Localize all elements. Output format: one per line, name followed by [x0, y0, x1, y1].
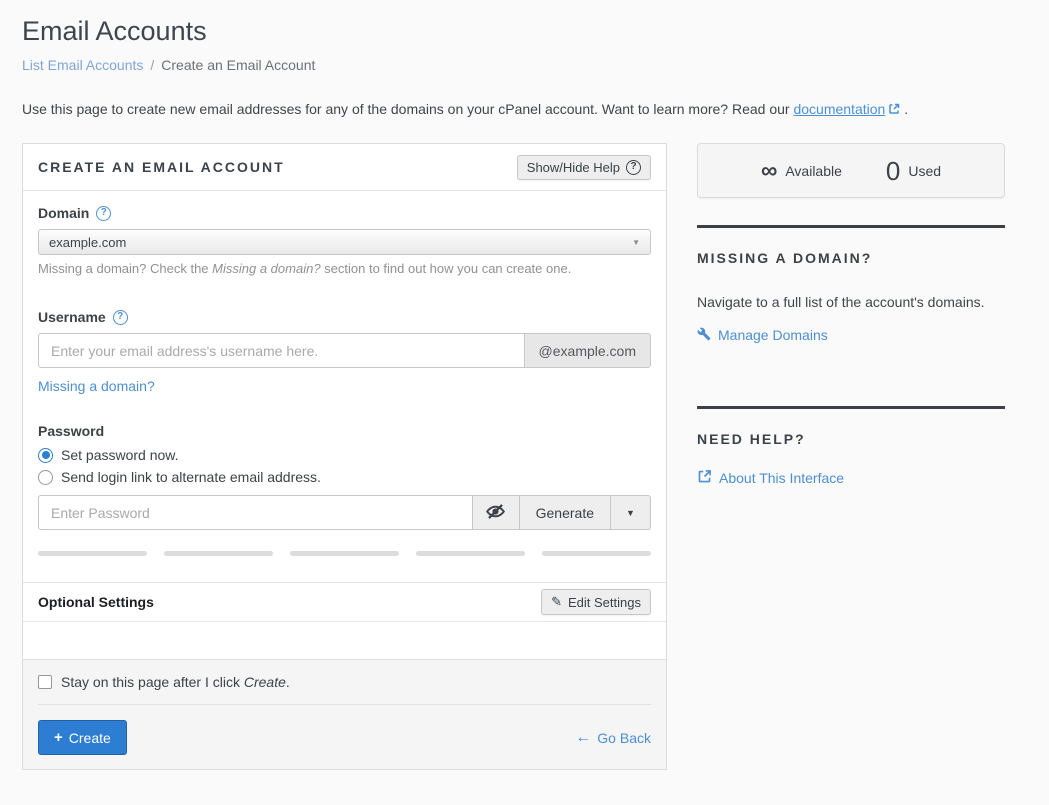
- password-label: Password: [38, 423, 651, 439]
- documentation-link[interactable]: documentation: [793, 101, 885, 117]
- password-input-group: Generate ▼: [38, 495, 651, 530]
- external-link-icon: [697, 469, 712, 487]
- optional-settings-label: Optional Settings: [38, 594, 154, 610]
- stay-on-page-label: Stay on this page after I click Create.: [61, 674, 290, 690]
- domain-select[interactable]: example.com ▼: [38, 229, 651, 255]
- username-help-icon[interactable]: ?: [113, 310, 128, 325]
- breadcrumb-link-list-email-accounts[interactable]: List Email Accounts: [22, 57, 143, 73]
- radio-set-password-now[interactable]: Set password now.: [38, 447, 651, 463]
- panel-title: CREATE AN EMAIL ACCOUNT: [38, 159, 285, 175]
- password-strength-bar: [416, 551, 525, 556]
- optional-settings-row: Optional Settings ✎ Edit Settings: [23, 582, 666, 622]
- username-domain-addon: @example.com: [525, 333, 651, 368]
- breadcrumb-current: Create an Email Account: [161, 57, 315, 73]
- breadcrumb: List Email Accounts / Create an Email Acco…: [22, 57, 1005, 73]
- wrench-icon: [697, 327, 711, 344]
- missing-domain-text: Navigate to a full list of the account's…: [697, 292, 1005, 314]
- missing-domain-link[interactable]: Missing a domain?: [38, 378, 155, 394]
- sidebar: ∞ Available 0 Used MISSING A DOMAIN? Nav…: [697, 143, 1005, 489]
- show-hide-help-button[interactable]: Show/Hide Help ?: [517, 155, 651, 180]
- radio-icon-unchecked[interactable]: [38, 470, 53, 485]
- panel-footer: Stay on this page after I click Create. …: [23, 660, 666, 769]
- stay-on-page-checkbox[interactable]: [38, 675, 52, 689]
- edit-settings-button[interactable]: ✎ Edit Settings: [541, 589, 651, 615]
- external-link-icon: [888, 102, 900, 118]
- used-count: 0: [886, 158, 900, 184]
- optional-settings-empty-area: [23, 622, 666, 660]
- username-section: Username ? @example.com Missing a domain…: [38, 309, 651, 396]
- intro-text: Use this page to create new email addres…: [22, 101, 1005, 118]
- available-stat: ∞ Available: [761, 159, 842, 182]
- domain-label: Domain ?: [38, 205, 651, 221]
- domain-section: Domain ? example.com ▼ Missing a domain?…: [38, 205, 651, 276]
- create-email-panel: CREATE AN EMAIL ACCOUNT Show/Hide Help ?…: [22, 143, 667, 770]
- domain-select-value: example.com: [49, 235, 126, 250]
- footer-actions: + Create ← Go Back: [38, 705, 651, 755]
- sidebar-divider: [697, 225, 1005, 228]
- domain-help-icon[interactable]: ?: [96, 206, 111, 221]
- stay-on-page-checkbox-row[interactable]: Stay on this page after I click Create.: [38, 674, 651, 704]
- username-input-group: @example.com: [38, 333, 651, 368]
- eye-slash-icon: [485, 501, 506, 525]
- password-strength-bar: [542, 551, 651, 556]
- missing-domain-heading: MISSING A DOMAIN?: [697, 250, 1005, 266]
- intro-text-after: .: [900, 101, 908, 117]
- pencil-icon: ✎: [551, 594, 562, 610]
- toggle-password-visibility-button[interactable]: [473, 495, 520, 530]
- username-input[interactable]: [38, 333, 525, 368]
- password-strength-meter: [38, 551, 651, 556]
- used-stat: 0 Used: [886, 158, 941, 184]
- infinity-icon: ∞: [761, 159, 777, 182]
- panel-body: Domain ? example.com ▼ Missing a domain?…: [23, 191, 666, 582]
- intro-text-before: Use this page to create new email addres…: [22, 101, 793, 117]
- generate-password-button[interactable]: Generate: [520, 495, 611, 530]
- need-help-heading: NEED HELP?: [697, 431, 1005, 447]
- generate-options-dropdown-button[interactable]: ▼: [611, 495, 651, 530]
- missing-domain-section: MISSING A DOMAIN? Navigate to a full lis…: [697, 250, 1005, 346]
- back-arrow-icon: ←: [575, 729, 591, 747]
- sidebar-divider: [697, 406, 1005, 409]
- go-back-link[interactable]: ← Go Back: [575, 729, 651, 747]
- about-this-interface-link[interactable]: About This Interface: [697, 469, 844, 487]
- chevron-down-icon: ▼: [626, 508, 635, 518]
- password-section: Password Set password now. Send login li…: [38, 423, 651, 556]
- username-label: Username ?: [38, 309, 651, 325]
- radio-send-login-link[interactable]: Send login link to alternate email addre…: [38, 469, 651, 485]
- radio-icon-checked[interactable]: [38, 448, 53, 463]
- create-button[interactable]: + Create: [38, 720, 127, 755]
- password-input[interactable]: [38, 495, 473, 530]
- page-root: Email Accounts List Email Accounts / Creat…: [0, 0, 1049, 770]
- breadcrumb-separator: /: [150, 57, 154, 73]
- panel-header: CREATE AN EMAIL ACCOUNT Show/Hide Help ?: [23, 144, 666, 191]
- plus-icon: +: [54, 729, 63, 746]
- manage-domains-link[interactable]: Manage Domains: [697, 327, 828, 344]
- need-help-section: NEED HELP? About This Interface: [697, 431, 1005, 489]
- chevron-down-icon: ▼: [632, 238, 640, 247]
- domain-helper-text: Missing a domain? Check the Missing a do…: [38, 261, 651, 276]
- main-row: CREATE AN EMAIL ACCOUNT Show/Hide Help ?…: [22, 143, 1005, 770]
- password-strength-bar: [38, 551, 147, 556]
- account-quota-stats: ∞ Available 0 Used: [697, 143, 1005, 198]
- password-strength-bar: [164, 551, 273, 556]
- password-strength-bar: [290, 551, 399, 556]
- page-title: Email Accounts: [22, 16, 1005, 47]
- help-circle-icon: ?: [626, 160, 641, 175]
